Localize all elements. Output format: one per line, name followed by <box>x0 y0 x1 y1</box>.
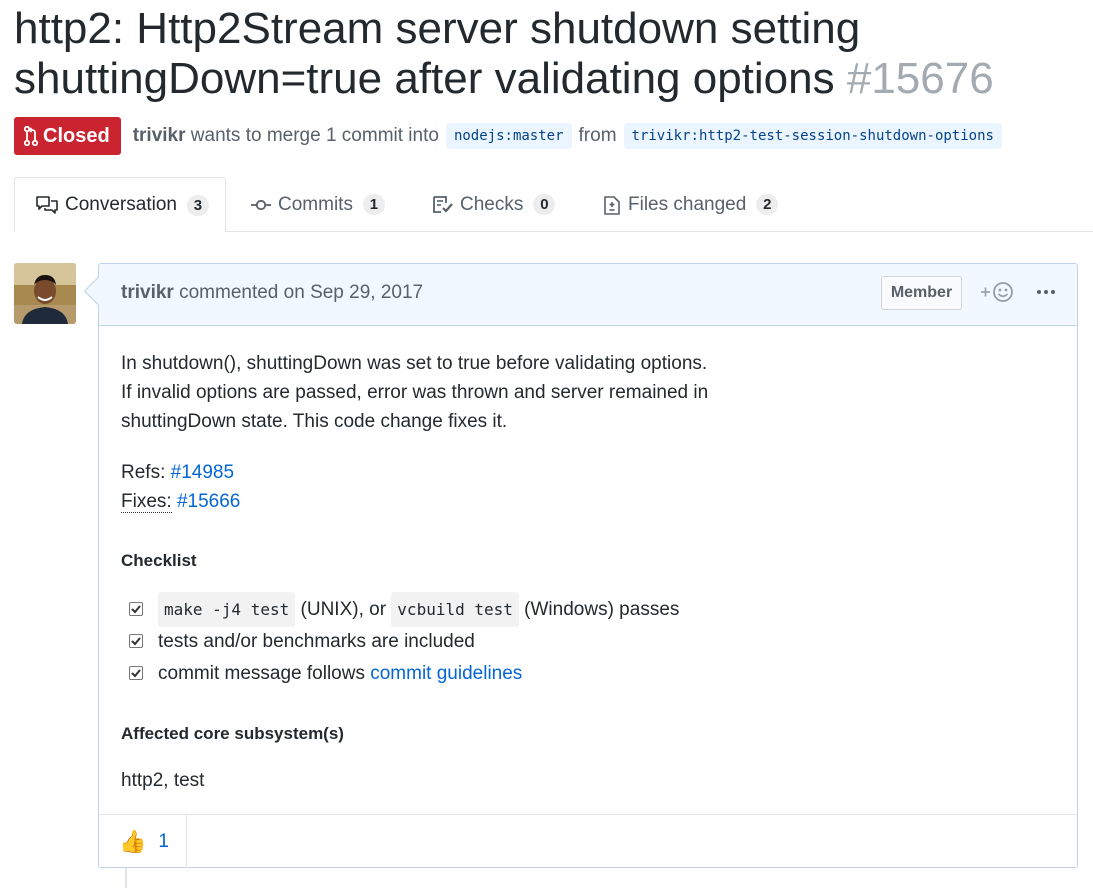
tab-counter: 3 <box>186 194 209 216</box>
inline-code: make -j4 test <box>158 591 296 627</box>
add-reaction-button[interactable] <box>979 278 1019 311</box>
task-text: (UNIX), or <box>300 598 387 620</box>
task-checkbox[interactable] <box>129 666 143 680</box>
task-text: (Windows) passes <box>524 598 680 620</box>
state-badge: Closed <box>14 117 121 155</box>
base-branch[interactable]: nodejs:master <box>445 123 572 149</box>
comment-body: In shutdown(), shuttingDown was set to t… <box>121 349 1051 795</box>
fixes-issue-link[interactable]: #15666 <box>177 491 240 512</box>
reaction-count: 1 <box>158 830 169 852</box>
pr-title: http2: Http2Stream server shutdown setti… <box>14 4 1084 104</box>
tab-counter: 2 <box>756 194 779 215</box>
task-item: make -j4 test (UNIX), or vcbuild test (W… <box>121 591 1051 627</box>
comment-date[interactable]: Sep 29, 2017 <box>310 282 423 303</box>
thumbs-up-reaction[interactable]: 👍 1 <box>99 815 187 868</box>
tab-label: Files changed <box>628 193 747 215</box>
subsystems-heading: Affected core subsystem(s) <box>121 724 344 743</box>
timeline-connector <box>125 868 127 888</box>
comment-header: trivikr commented on Sep 29, 2017 Member <box>99 264 1077 326</box>
more-options-button[interactable] <box>1035 278 1059 312</box>
head-branch[interactable]: trivikr:http2-test-session-shutdown-opti… <box>623 123 1002 149</box>
tab-label: Conversation <box>65 194 177 215</box>
thumbs-up-icon: 👍 <box>119 828 147 854</box>
tab-label: Commits <box>278 193 353 215</box>
inline-code: vcbuild test <box>391 591 519 627</box>
task-checkbox[interactable] <box>129 634 143 648</box>
task-text: tests and/or benchmarks are included <box>158 630 475 652</box>
comment-action: commented on <box>179 282 305 303</box>
merge-info-text: wants to merge 1 commit into <box>190 125 439 146</box>
comment-author-link[interactable]: trivikr <box>121 282 174 303</box>
comment-author-line: trivikr commented on Sep 29, 2017 <box>121 282 423 304</box>
checkmark-icon <box>131 637 141 646</box>
task-text: commit message follows <box>158 662 365 684</box>
refs-label: Refs: <box>121 462 166 483</box>
reactions-bar: 👍 1 <box>99 814 1077 868</box>
task-checkbox[interactable] <box>129 602 143 616</box>
pr-meta: Closed trivikr wants to merge 1 commit i… <box>14 117 1009 155</box>
task-item: commit message follows commit guidelines <box>121 657 1051 689</box>
tab-conversation[interactable]: Conversation 3 <box>14 177 226 233</box>
smiley-icon <box>981 282 1013 302</box>
git-pull-request-icon <box>24 126 38 146</box>
tab-files-changed[interactable]: Files changed 2 <box>602 177 779 232</box>
checklist-icon <box>433 195 453 213</box>
task-item: tests and/or benchmarks are included <box>121 625 1051 657</box>
commit-guidelines-link[interactable]: commit guidelines <box>370 659 522 688</box>
tab-label: Checks <box>460 193 524 215</box>
kebab-horizontal-icon <box>1037 290 1055 294</box>
avatar[interactable] <box>14 263 76 324</box>
fixes-label: Fixes: <box>121 491 172 513</box>
subsystems-text: http2, test <box>121 770 205 791</box>
member-badge: Member <box>881 276 962 310</box>
git-commit-icon <box>251 199 271 210</box>
body-line: If invalid options are passed, error was… <box>121 382 709 403</box>
state-label: Closed <box>43 124 110 147</box>
refs-line: Refs: #14985 <box>121 458 1051 487</box>
body-line: shuttingDown state. This code change fix… <box>121 411 508 432</box>
comment-discussion-icon <box>36 196 58 214</box>
checkmark-icon <box>131 605 141 614</box>
merge-info: trivikr wants to merge 1 commit into <box>133 125 439 147</box>
fixes-line: Fixes: #15666 <box>121 487 1051 516</box>
checkmark-icon <box>131 669 141 678</box>
pr-title-text: http2: Http2Stream server shutdown setti… <box>14 4 861 103</box>
tab-commits[interactable]: Commits 1 <box>250 177 385 232</box>
tab-checks[interactable]: Checks 0 <box>432 177 556 232</box>
comment-box: trivikr commented on Sep 29, 2017 Member <box>83 263 1078 868</box>
refs-issue-link[interactable]: #14985 <box>171 462 234 483</box>
body-line: In shutdown(), shuttingDown was set to t… <box>121 353 708 374</box>
checklist-heading: Checklist <box>121 551 197 570</box>
file-diff-icon <box>604 195 620 215</box>
tab-counter: 1 <box>362 194 385 215</box>
tab-counter: 0 <box>533 194 556 215</box>
pr-number: #15676 <box>846 54 994 103</box>
from-text: from <box>578 125 617 146</box>
pr-author-link[interactable]: trivikr <box>133 125 186 146</box>
pr-tabs: Conversation 3 Commits 1 Checks 0 Files … <box>14 177 1093 233</box>
